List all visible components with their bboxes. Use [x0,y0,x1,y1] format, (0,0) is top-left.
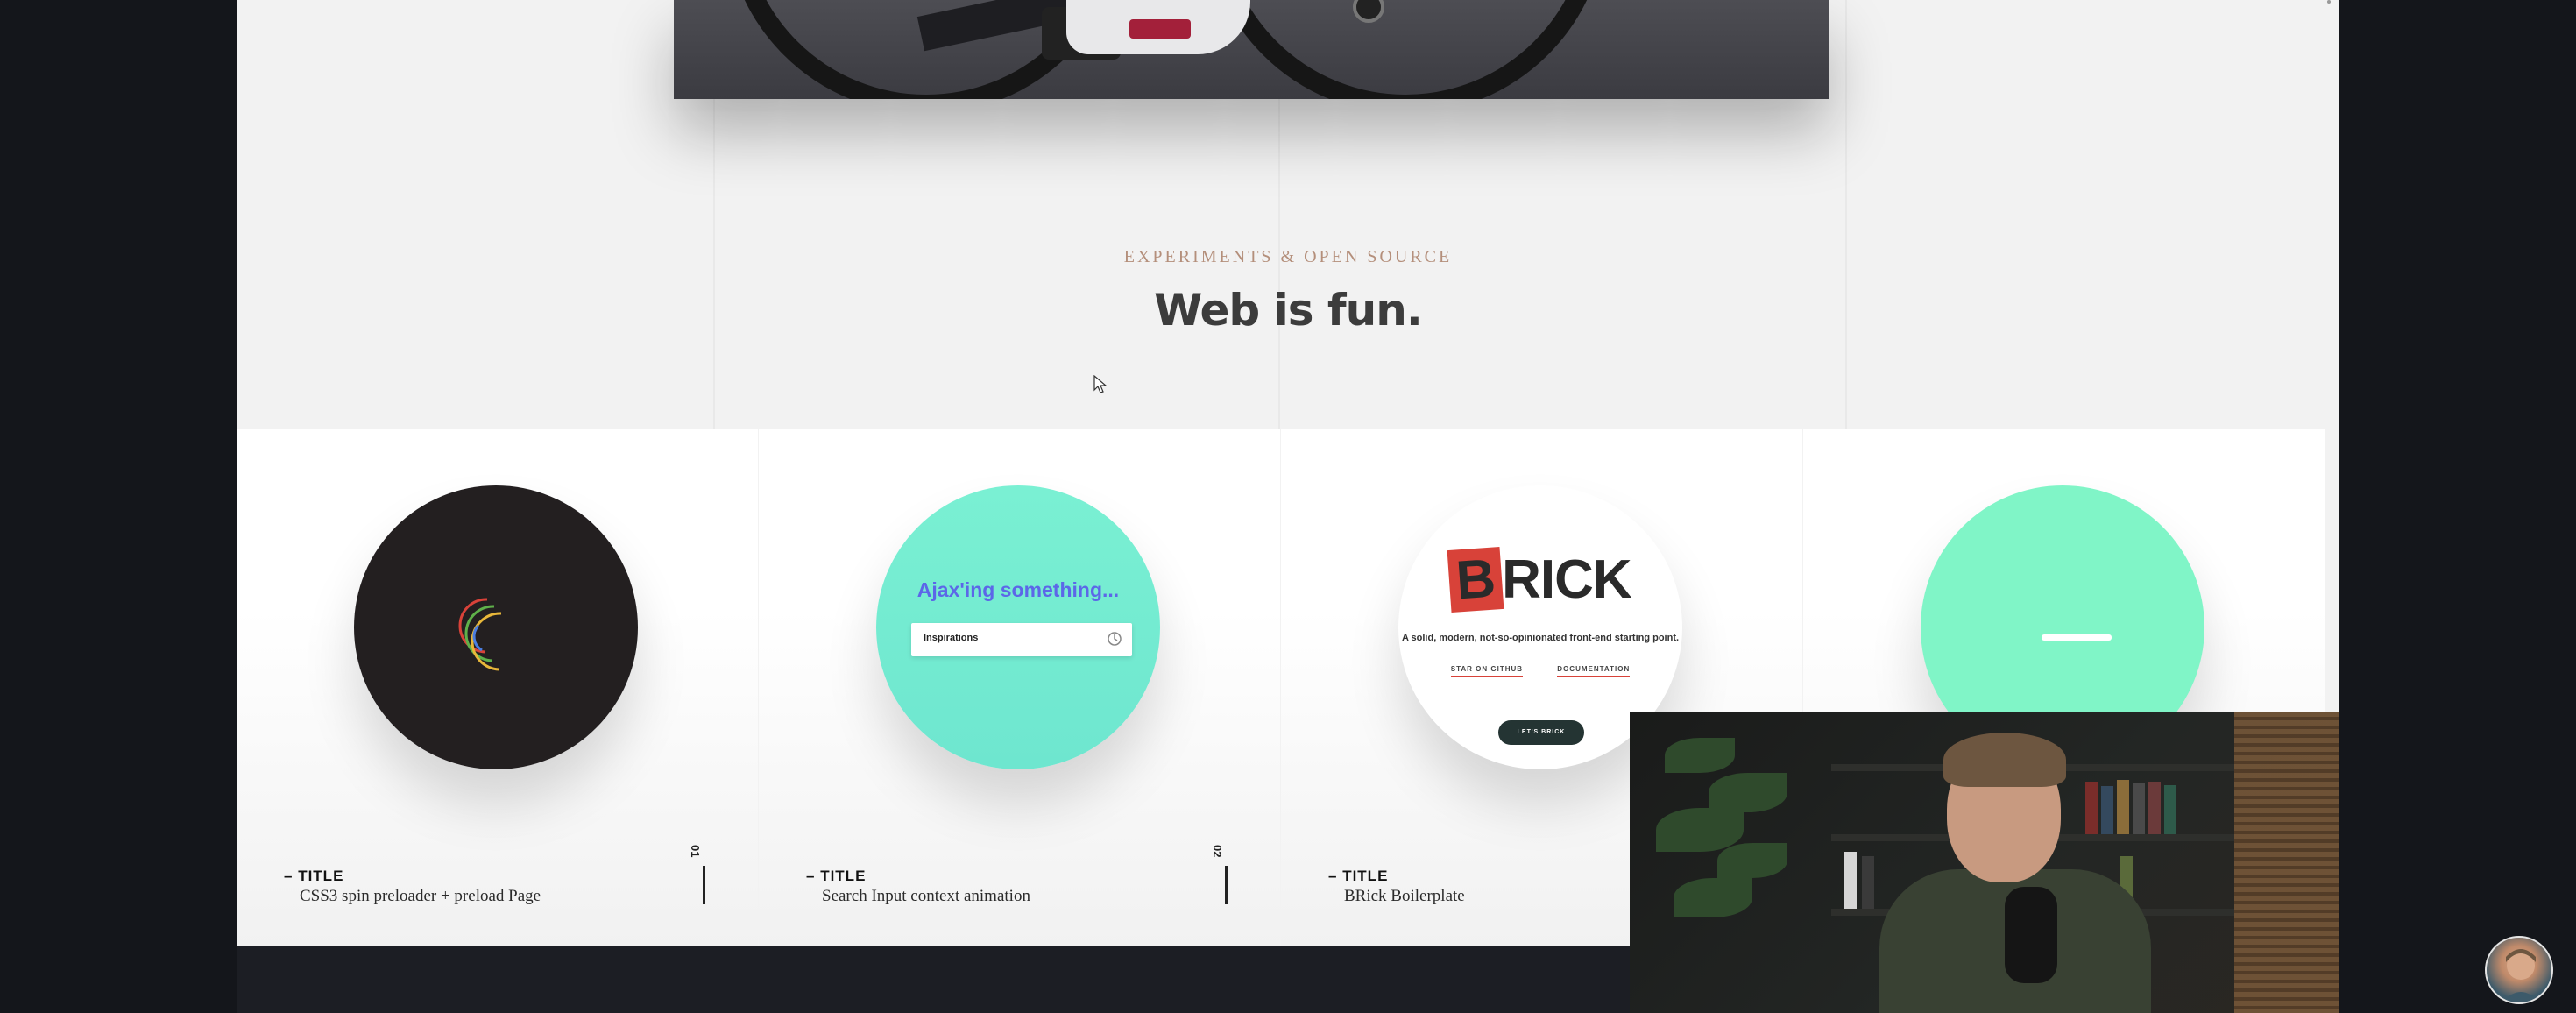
brick-description: A solid, modern, not-so-opinionated fron… [1401,633,1680,643]
card-title: Search Input context animation [822,887,1030,905]
grid-line [1845,0,1847,429]
plant [1656,808,1744,852]
webcam-overlay [1630,712,2339,1013]
plant [1717,843,1787,878]
mouse-cursor-icon [1093,375,1108,393]
card-title: BRick Boilerplate [1344,887,1465,905]
bike-wheel-right [1204,0,1607,99]
scroll-indicator [2327,0,2331,4]
card-divider [703,866,705,904]
card-number: 01 [689,845,702,858]
plant [1665,738,1735,773]
card-title: CSS3 spin preloader + preload Page [300,887,541,905]
brick-logo-b: B [1447,547,1504,613]
book [1862,856,1874,909]
brick-logo: BRICK [1398,547,1682,613]
loader-bar [2042,634,2112,641]
book [2148,782,2161,834]
project-card-preloader[interactable]: TITLE CSS3 spin preloader + preload Page… [237,429,758,946]
book [1844,852,1857,909]
card-tag: TITLE [284,868,343,885]
ajax-loading-text: Ajax'ing something... [916,578,1120,601]
card-tag: TITLE [1328,868,1388,885]
book [2101,786,2113,834]
plant [1674,878,1752,917]
channel-avatar[interactable] [2485,936,2553,1004]
spinner-icon [458,598,502,671]
microphone [2005,887,2057,983]
plant [1709,773,1787,812]
book [2085,782,2098,834]
hero-bike-image [674,0,1829,99]
demo-search-value: Inspirations [924,633,979,643]
demo-search-input: Inspirations [911,623,1132,656]
lets-brick-button: LET'S BRICK [1498,720,1584,745]
card-number: 02 [1211,845,1224,858]
section-title: Web is fun. [1154,285,1423,336]
brick-links: STAR ON GITHUB DOCUMENTATION [1398,665,1682,677]
brick-logo-rest: RICK [1502,549,1632,610]
bike-red-accent [1129,19,1191,39]
avatar-face-icon [2502,949,2540,1002]
project-card-search-input[interactable]: Ajax'ing something... Inspirations TITLE… [759,429,1280,946]
project-thumbnail [354,485,638,769]
card-divider [1225,866,1228,904]
documentation-link: DOCUMENTATION [1557,665,1631,677]
section-label: EXPERIMENTS & OPEN SOURCE [1123,247,1453,266]
star-on-github-link: STAR ON GITHUB [1450,665,1524,677]
window-blinds [2234,712,2339,1013]
presenter-hair [1943,733,2066,787]
book [2133,783,2145,834]
book [2117,780,2129,834]
history-icon [1108,632,1122,646]
book [2164,785,2176,834]
card-tag: TITLE [806,868,866,885]
project-thumbnail: Ajax'ing something... Inspirations [876,485,1160,769]
